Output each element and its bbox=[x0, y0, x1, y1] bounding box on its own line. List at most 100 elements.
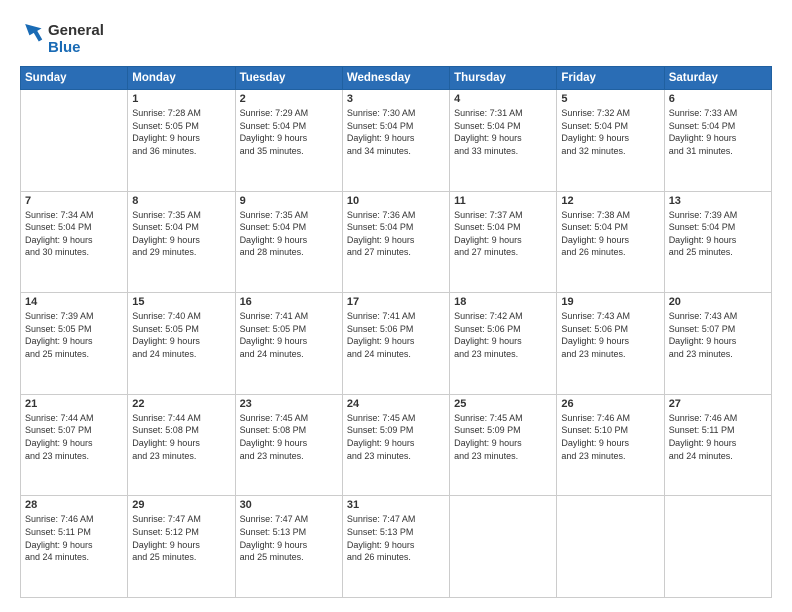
calendar-cell: 1 Sunrise: 7:28 AM Sunset: 5:05 PM Daylig… bbox=[128, 90, 235, 192]
day-number: 19 bbox=[561, 296, 659, 308]
svg-text:General: General bbox=[48, 22, 104, 39]
day-info: Sunrise: 7:43 AM Sunset: 5:06 PM Dayligh… bbox=[561, 310, 659, 360]
day-number: 10 bbox=[347, 195, 445, 207]
day-number: 26 bbox=[561, 398, 659, 410]
day-number: 13 bbox=[669, 195, 767, 207]
day-info: Sunrise: 7:45 AM Sunset: 5:09 PM Dayligh… bbox=[347, 412, 445, 462]
day-info: Sunrise: 7:44 AM Sunset: 5:08 PM Dayligh… bbox=[132, 412, 230, 462]
calendar-cell bbox=[664, 496, 771, 598]
calendar-week-3: 14 Sunrise: 7:39 AM Sunset: 5:05 PM Dayli… bbox=[21, 293, 772, 395]
day-number: 17 bbox=[347, 296, 445, 308]
calendar-cell: 12 Sunrise: 7:38 AM Sunset: 5:04 PM Dayli… bbox=[557, 191, 664, 293]
calendar-week-4: 21 Sunrise: 7:44 AM Sunset: 5:07 PM Dayli… bbox=[21, 394, 772, 496]
calendar-header-wednesday: Wednesday bbox=[342, 67, 449, 90]
calendar-cell bbox=[450, 496, 557, 598]
day-info: Sunrise: 7:35 AM Sunset: 5:04 PM Dayligh… bbox=[132, 209, 230, 259]
day-info: Sunrise: 7:43 AM Sunset: 5:07 PM Dayligh… bbox=[669, 310, 767, 360]
calendar-cell: 25Sunrise: 7:45 AM Sunset: 5:09 PM Dayli… bbox=[450, 394, 557, 496]
calendar-cell: 28 Sunrise: 7:46 AM Sunset: 5:11 PM Dayli… bbox=[21, 496, 128, 598]
day-info: Sunrise: 7:30 AM Sunset: 5:04 PM Dayligh… bbox=[347, 107, 445, 157]
day-number: 23 bbox=[240, 398, 338, 410]
calendar-header-sunday: Sunday bbox=[21, 67, 128, 90]
day-number: 4 bbox=[454, 93, 552, 105]
calendar-cell: 22 Sunrise: 7:44 AM Sunset: 5:08 PM Dayli… bbox=[128, 394, 235, 496]
day-info: Sunrise: 7:28 AM Sunset: 5:05 PM Dayligh… bbox=[132, 107, 230, 157]
calendar-cell: 19 Sunrise: 7:43 AM Sunset: 5:06 PM Dayli… bbox=[557, 293, 664, 395]
calendar-cell bbox=[21, 90, 128, 192]
day-info: Sunrise: 7:34 AM Sunset: 5:04 PM Dayligh… bbox=[25, 209, 123, 259]
day-number: 2 bbox=[240, 93, 338, 105]
day-info: Sunrise: 7:37 AM Sunset: 5:04 PM Dayligh… bbox=[454, 209, 552, 259]
calendar-cell: 9Sunrise: 7:35 AM Sunset: 5:04 PM Daylig… bbox=[235, 191, 342, 293]
logo: GeneralBlue bbox=[20, 18, 110, 58]
calendar-cell: 8 Sunrise: 7:35 AM Sunset: 5:04 PM Daylig… bbox=[128, 191, 235, 293]
calendar-cell: 4 Sunrise: 7:31 AM Sunset: 5:04 PM Daylig… bbox=[450, 90, 557, 192]
day-info: Sunrise: 7:46 AM Sunset: 5:10 PM Dayligh… bbox=[561, 412, 659, 462]
calendar-cell: 10Sunrise: 7:36 AM Sunset: 5:04 PM Dayli… bbox=[342, 191, 449, 293]
calendar-week-1: 1 Sunrise: 7:28 AM Sunset: 5:05 PM Daylig… bbox=[21, 90, 772, 192]
calendar-table: SundayMondayTuesdayWednesdayThursdayFrid… bbox=[20, 66, 772, 598]
calendar-cell: 6 Sunrise: 7:33 AM Sunset: 5:04 PM Daylig… bbox=[664, 90, 771, 192]
day-info: Sunrise: 7:46 AM Sunset: 5:11 PM Dayligh… bbox=[669, 412, 767, 462]
calendar-cell: 14 Sunrise: 7:39 AM Sunset: 5:05 PM Dayli… bbox=[21, 293, 128, 395]
day-number: 27 bbox=[669, 398, 767, 410]
day-info: Sunrise: 7:33 AM Sunset: 5:04 PM Dayligh… bbox=[669, 107, 767, 157]
day-number: 28 bbox=[25, 499, 123, 511]
calendar-cell: 17 Sunrise: 7:41 AM Sunset: 5:06 PM Dayli… bbox=[342, 293, 449, 395]
day-info: Sunrise: 7:35 AM Sunset: 5:04 PM Dayligh… bbox=[240, 209, 338, 259]
calendar-cell: 21 Sunrise: 7:44 AM Sunset: 5:07 PM Dayli… bbox=[21, 394, 128, 496]
calendar-cell: 7 Sunrise: 7:34 AM Sunset: 5:04 PM Daylig… bbox=[21, 191, 128, 293]
day-number: 8 bbox=[132, 195, 230, 207]
day-number: 21 bbox=[25, 398, 123, 410]
calendar-header-friday: Friday bbox=[557, 67, 664, 90]
day-info: Sunrise: 7:47 AM Sunset: 5:13 PM Dayligh… bbox=[347, 513, 445, 563]
day-number: 14 bbox=[25, 296, 123, 308]
day-number: 24 bbox=[347, 398, 445, 410]
calendar-cell: 5Sunrise: 7:32 AM Sunset: 5:04 PM Daylig… bbox=[557, 90, 664, 192]
calendar-cell: 16Sunrise: 7:41 AM Sunset: 5:05 PM Dayli… bbox=[235, 293, 342, 395]
day-info: Sunrise: 7:40 AM Sunset: 5:05 PM Dayligh… bbox=[132, 310, 230, 360]
calendar-cell: 26 Sunrise: 7:46 AM Sunset: 5:10 PM Dayli… bbox=[557, 394, 664, 496]
calendar-cell: 27 Sunrise: 7:46 AM Sunset: 5:11 PM Dayli… bbox=[664, 394, 771, 496]
calendar-cell: 23 Sunrise: 7:45 AM Sunset: 5:08 PM Dayli… bbox=[235, 394, 342, 496]
day-number: 22 bbox=[132, 398, 230, 410]
day-number: 6 bbox=[669, 93, 767, 105]
calendar-cell: 30Sunrise: 7:47 AM Sunset: 5:13 PM Dayli… bbox=[235, 496, 342, 598]
day-info: Sunrise: 7:45 AM Sunset: 5:08 PM Dayligh… bbox=[240, 412, 338, 462]
day-number: 1 bbox=[132, 93, 230, 105]
calendar-cell: 31Sunrise: 7:47 AM Sunset: 5:13 PM Dayli… bbox=[342, 496, 449, 598]
day-info: Sunrise: 7:42 AM Sunset: 5:06 PM Dayligh… bbox=[454, 310, 552, 360]
calendar-cell: 20Sunrise: 7:43 AM Sunset: 5:07 PM Dayli… bbox=[664, 293, 771, 395]
calendar-cell: 24 Sunrise: 7:45 AM Sunset: 5:09 PM Dayli… bbox=[342, 394, 449, 496]
day-number: 18 bbox=[454, 296, 552, 308]
day-number: 25 bbox=[454, 398, 552, 410]
calendar-cell: 2 Sunrise: 7:29 AM Sunset: 5:04 PM Daylig… bbox=[235, 90, 342, 192]
calendar-cell: 29Sunrise: 7:47 AM Sunset: 5:12 PM Dayli… bbox=[128, 496, 235, 598]
day-number: 29 bbox=[132, 499, 230, 511]
day-info: Sunrise: 7:41 AM Sunset: 5:06 PM Dayligh… bbox=[347, 310, 445, 360]
day-info: Sunrise: 7:32 AM Sunset: 5:04 PM Dayligh… bbox=[561, 107, 659, 157]
day-info: Sunrise: 7:39 AM Sunset: 5:05 PM Dayligh… bbox=[25, 310, 123, 360]
day-number: 12 bbox=[561, 195, 659, 207]
calendar-header-saturday: Saturday bbox=[664, 67, 771, 90]
day-number: 30 bbox=[240, 499, 338, 511]
day-number: 16 bbox=[240, 296, 338, 308]
calendar-cell: 13Sunrise: 7:39 AM Sunset: 5:04 PM Dayli… bbox=[664, 191, 771, 293]
calendar-header-thursday: Thursday bbox=[450, 67, 557, 90]
day-info: Sunrise: 7:44 AM Sunset: 5:07 PM Dayligh… bbox=[25, 412, 123, 462]
day-info: Sunrise: 7:38 AM Sunset: 5:04 PM Dayligh… bbox=[561, 209, 659, 259]
day-number: 11 bbox=[454, 195, 552, 207]
logo-svg: GeneralBlue bbox=[20, 18, 110, 58]
header: GeneralBlue bbox=[20, 18, 772, 58]
day-info: Sunrise: 7:46 AM Sunset: 5:11 PM Dayligh… bbox=[25, 513, 123, 563]
day-info: Sunrise: 7:31 AM Sunset: 5:04 PM Dayligh… bbox=[454, 107, 552, 157]
day-number: 3 bbox=[347, 93, 445, 105]
day-number: 7 bbox=[25, 195, 123, 207]
calendar-cell: 11 Sunrise: 7:37 AM Sunset: 5:04 PM Dayli… bbox=[450, 191, 557, 293]
calendar-header-row: SundayMondayTuesdayWednesdayThursdayFrid… bbox=[21, 67, 772, 90]
calendar-week-5: 28 Sunrise: 7:46 AM Sunset: 5:11 PM Dayli… bbox=[21, 496, 772, 598]
calendar-cell: 3 Sunrise: 7:30 AM Sunset: 5:04 PM Daylig… bbox=[342, 90, 449, 192]
calendar-header-monday: Monday bbox=[128, 67, 235, 90]
day-info: Sunrise: 7:29 AM Sunset: 5:04 PM Dayligh… bbox=[240, 107, 338, 157]
calendar-header-tuesday: Tuesday bbox=[235, 67, 342, 90]
